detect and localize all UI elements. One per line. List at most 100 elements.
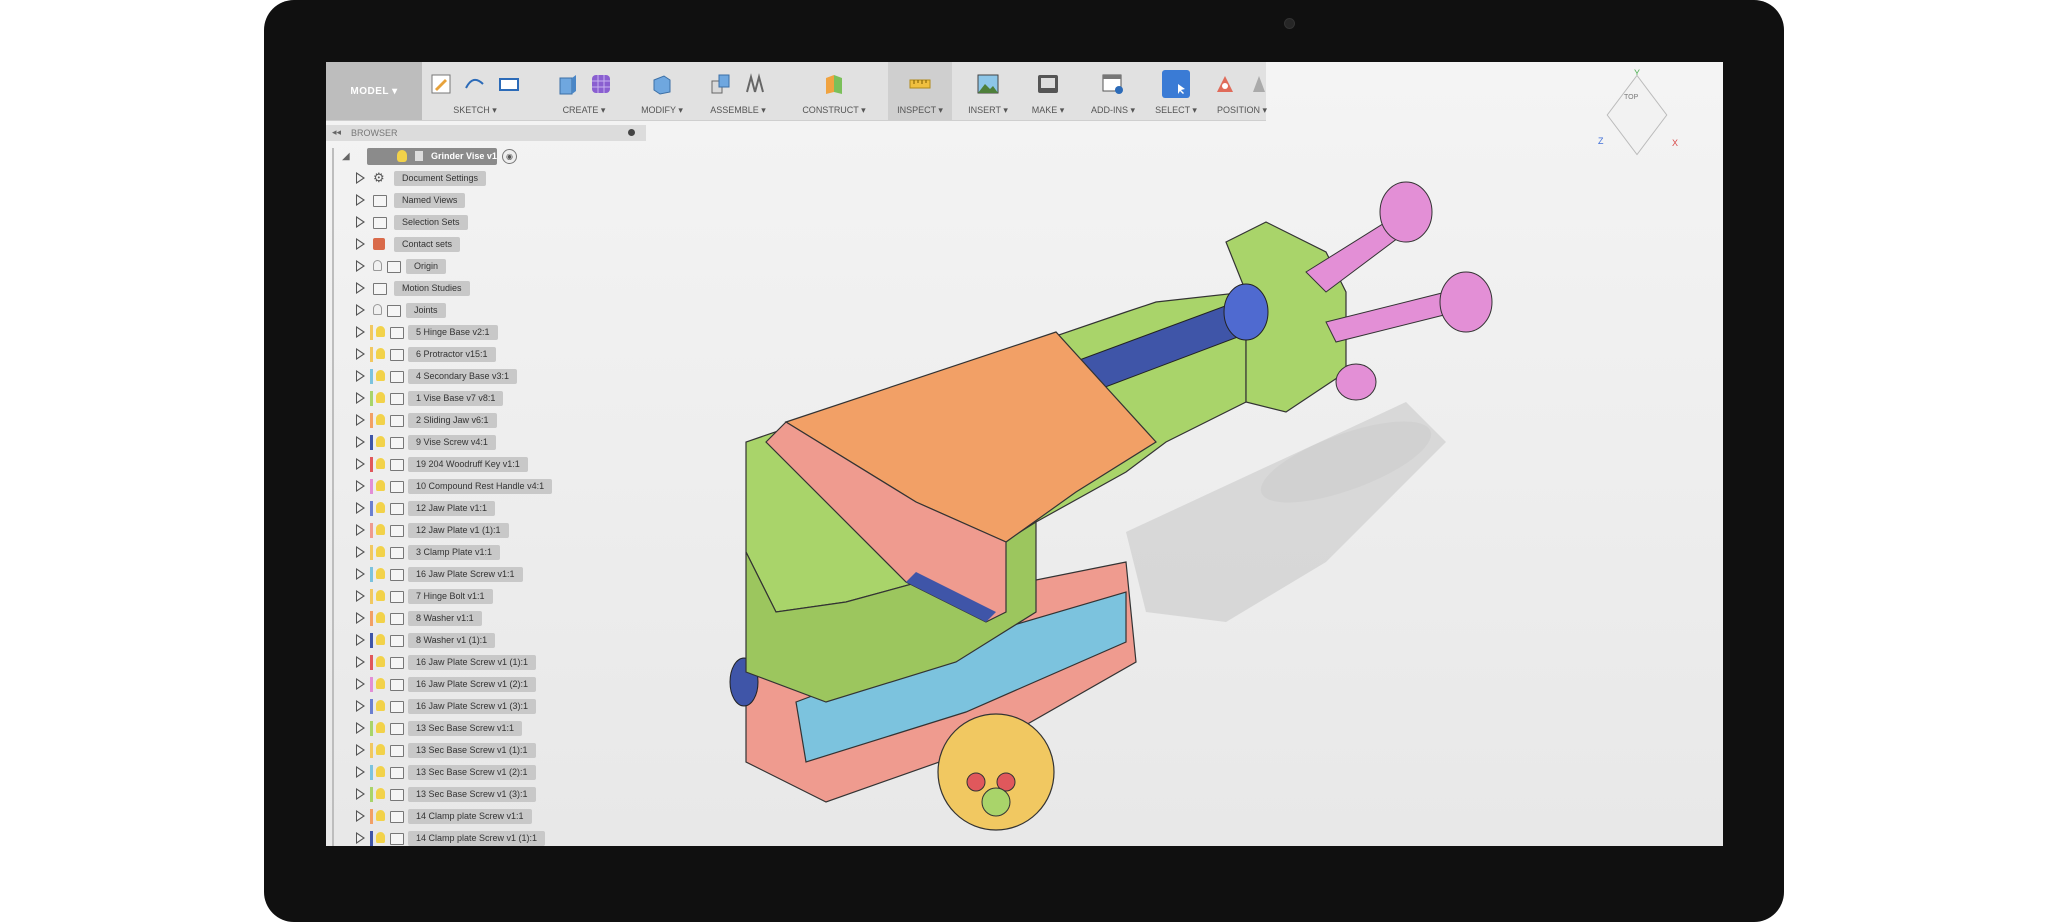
expand-arrow-icon[interactable] (356, 304, 365, 316)
tree-item-component[interactable]: 19 204 Woodruff Key v1:1 (356, 456, 656, 474)
tree-item-component[interactable]: 12 Jaw Plate v1:1 (356, 500, 656, 518)
expand-arrow-icon[interactable] (356, 370, 365, 382)
tree-item-component[interactable]: 9 Vise Screw v4:1 (356, 434, 656, 452)
tree-item-component[interactable]: 1 Vise Base v7 v8:1 (356, 390, 656, 408)
tree-item-component[interactable]: 8 Washer v1:1 (356, 610, 656, 628)
expand-arrow-icon[interactable] (356, 568, 365, 580)
expand-arrow-icon[interactable] (356, 502, 365, 514)
capture-position-icon[interactable] (1211, 70, 1239, 98)
toolbar-group-modify[interactable]: MODIFY ▾ (636, 62, 688, 120)
visibility-bulb-icon[interactable] (376, 414, 385, 425)
form-icon[interactable] (587, 70, 615, 98)
toolbar-group-assemble[interactable]: ASSEMBLE ▾ (696, 62, 780, 120)
activate-target-icon[interactable]: ◉ (502, 149, 517, 164)
collapse-root-icon[interactable]: ◢ (342, 151, 350, 162)
visibility-bulb-icon[interactable] (376, 568, 385, 579)
expand-arrow-icon[interactable] (356, 832, 365, 844)
3d-print-icon[interactable] (1034, 70, 1062, 98)
extrude-icon[interactable] (553, 70, 581, 98)
visibility-bulb-icon[interactable] (376, 348, 385, 359)
tree-item-motion-studies[interactable]: Motion Studies (356, 280, 656, 298)
visibility-bulb-icon[interactable] (376, 744, 385, 755)
tree-scroll-track[interactable] (332, 148, 334, 846)
toolbar-group-position[interactable]: POSITION ▾ (1206, 62, 1278, 120)
insert-image-icon[interactable] (974, 70, 1002, 98)
visibility-bulb-icon[interactable] (376, 436, 385, 447)
visibility-bulb-icon[interactable] (376, 546, 385, 557)
tree-item-contact-sets[interactable]: Contact sets (356, 236, 656, 254)
toolbar-group-inspect[interactable]: INSPECT ▾ (888, 62, 952, 120)
visibility-bulb-icon[interactable] (376, 656, 385, 667)
tree-item-component[interactable]: 3 Clamp Plate v1:1 (356, 544, 656, 562)
press-pull-icon[interactable] (648, 70, 676, 98)
expand-arrow-icon[interactable] (356, 282, 365, 294)
expand-arrow-icon[interactable] (356, 546, 365, 558)
toolbar-group-create[interactable]: CREATE ▾ (552, 62, 616, 120)
rectangle-icon[interactable] (495, 70, 523, 98)
visibility-bulb-icon[interactable] (376, 766, 385, 777)
browser-pin-icon[interactable] (628, 129, 635, 136)
scripts-icon[interactable] (1099, 70, 1127, 98)
tree-item-component[interactable]: 14 Clamp plate Screw v1:1 (356, 808, 656, 826)
visibility-bulb-icon[interactable] (376, 810, 385, 821)
expand-arrow-icon[interactable] (356, 744, 365, 756)
tree-item-component[interactable]: 16 Jaw Plate Screw v1:1 (356, 566, 656, 584)
tree-item-component[interactable]: 16 Jaw Plate Screw v1 (2):1 (356, 676, 656, 694)
expand-arrow-icon[interactable] (356, 722, 365, 734)
tree-item-component[interactable]: 16 Jaw Plate Screw v1 (3):1 (356, 698, 656, 716)
measure-icon[interactable] (906, 70, 934, 98)
expand-arrow-icon[interactable] (356, 458, 365, 470)
sketch-icon[interactable] (427, 70, 455, 98)
tree-item-component[interactable]: 10 Compound Rest Handle v4:1 (356, 478, 656, 496)
visibility-bulb-icon[interactable] (397, 150, 407, 162)
expand-arrow-icon[interactable] (356, 788, 365, 800)
toolbar-group-add-ins[interactable]: ADD-INS ▾ (1080, 62, 1146, 120)
expand-arrow-icon[interactable] (356, 656, 365, 668)
visibility-bulb-icon[interactable] (376, 458, 385, 469)
tree-item-component[interactable]: 14 Clamp plate Screw v1 (1):1 (356, 830, 656, 846)
tree-item-selection-sets[interactable]: Selection Sets (356, 214, 656, 232)
visibility-bulb-icon[interactable] (376, 502, 385, 513)
expand-arrow-icon[interactable] (356, 392, 365, 404)
tree-item-component[interactable]: 13 Sec Base Screw v1 (1):1 (356, 742, 656, 760)
tree-item-component[interactable]: 8 Washer v1 (1):1 (356, 632, 656, 650)
new-component-icon[interactable] (707, 70, 735, 98)
tree-item-component[interactable]: 4 Secondary Base v3:1 (356, 368, 656, 386)
visibility-bulb-icon[interactable] (376, 700, 385, 711)
expand-arrow-icon[interactable] (356, 216, 365, 228)
tree-item-component[interactable]: 13 Sec Base Screw v1:1 (356, 720, 656, 738)
expand-arrow-icon[interactable] (356, 436, 365, 448)
grinder-vise-model[interactable] (706, 142, 1526, 842)
visibility-bulb-icon[interactable] (376, 788, 385, 799)
collapse-browser-icon[interactable]: ◂◂ (332, 127, 341, 138)
expand-arrow-icon[interactable] (356, 590, 365, 602)
view-cube-top-face[interactable]: TOP (1624, 94, 1638, 101)
visibility-bulb-icon[interactable] (376, 590, 385, 601)
tree-item-component[interactable]: 12 Jaw Plate v1 (1):1 (356, 522, 656, 540)
visibility-bulb-icon[interactable] (373, 260, 382, 271)
workspace-switcher[interactable]: MODEL ▾ (326, 62, 422, 120)
visibility-bulb-icon[interactable] (376, 480, 385, 491)
toolbar-group-insert[interactable]: INSERT ▾ (960, 62, 1016, 120)
visibility-bulb-icon[interactable] (376, 326, 385, 337)
expand-arrow-icon[interactable] (356, 326, 365, 338)
expand-arrow-icon[interactable] (356, 260, 365, 272)
visibility-bulb-icon[interactable] (376, 678, 385, 689)
expand-arrow-icon[interactable] (356, 348, 365, 360)
view-cube-body[interactable] (1606, 74, 1668, 156)
visibility-bulb-icon[interactable] (373, 304, 382, 315)
tree-item-component[interactable]: 7 Hinge Bolt v1:1 (356, 588, 656, 606)
revert-position-icon[interactable] (1245, 70, 1273, 98)
line-icon[interactable] (461, 70, 489, 98)
expand-arrow-icon[interactable] (356, 766, 365, 778)
tree-item-component[interactable]: 5 Hinge Base v2:1 (356, 324, 656, 342)
expand-arrow-icon[interactable] (356, 238, 365, 250)
tree-item-named-views[interactable]: Named Views (356, 192, 656, 210)
tree-item-component[interactable]: 2 Sliding Jaw v6:1 (356, 412, 656, 430)
joint-icon[interactable] (741, 70, 769, 98)
tree-item-component[interactable]: 13 Sec Base Screw v1 (2):1 (356, 764, 656, 782)
tree-item-origin[interactable]: Origin (356, 258, 656, 276)
select-icon[interactable] (1162, 70, 1190, 98)
tree-item-joints[interactable]: Joints (356, 302, 656, 320)
view-cube[interactable]: Y TOP Z X (1586, 68, 1686, 158)
